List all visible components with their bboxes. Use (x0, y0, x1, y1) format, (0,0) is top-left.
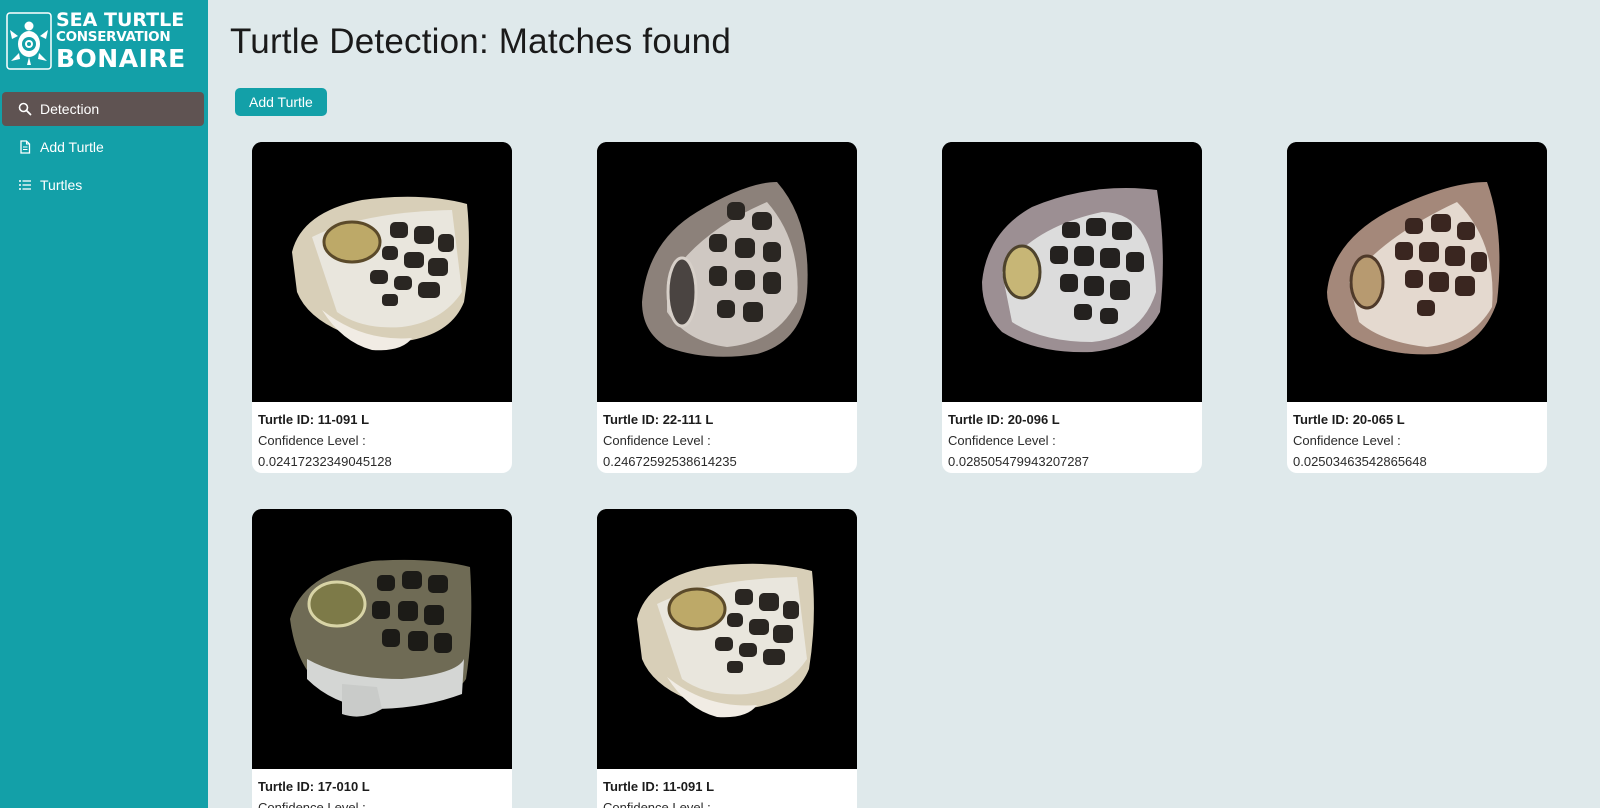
turtle-id: Turtle ID: 11-091 L (603, 779, 715, 794)
sidebar-item-label: Turtles (40, 177, 83, 193)
turtle-image (942, 142, 1202, 402)
turtle-image (597, 509, 857, 769)
logo-line-1: Sea Turtle (56, 9, 185, 32)
list-icon (18, 178, 32, 192)
sidebar: Sea Turtle Conservation Bonaire Detectio… (0, 0, 208, 808)
match-card[interactable]: Turtle ID: 17-010 L Confidence Level : (252, 509, 512, 808)
turtle-head-image (597, 142, 857, 402)
turtle-id: Turtle ID: 20-065 L (1293, 412, 1405, 427)
card-body: Turtle ID: 20-096 L Confidence Level : 0… (942, 402, 1202, 472)
match-card[interactable]: Turtle ID: 22-111 L Confidence Level : 0… (597, 142, 857, 473)
turtle-id: Turtle ID: 22-111 L (603, 412, 714, 427)
confidence-label: Confidence Level : (1293, 433, 1401, 448)
turtle-image (597, 142, 857, 402)
confidence-value: 0.02503463542865648 (1293, 454, 1427, 469)
card-body: Turtle ID: 11-091 L Confidence Level : 0… (252, 402, 512, 472)
confidence-label: Confidence Level : (258, 433, 366, 448)
main-content: Turtle Detection: Matches found Add Turt… (208, 0, 1600, 808)
turtle-head-image (252, 509, 512, 769)
card-body: Turtle ID: 11-091 L Confidence Level : (597, 769, 857, 808)
turtle-head-image (597, 509, 857, 769)
confidence-value: 0.02417232349045128 (258, 454, 392, 469)
logo-line-2: Conservation (56, 29, 171, 46)
turtle-image (252, 509, 512, 769)
match-card[interactable]: Turtle ID: 11-091 L Confidence Level : 0… (252, 142, 512, 473)
document-icon (18, 140, 32, 154)
match-card[interactable]: Turtle ID: 20-065 L Confidence Level : 0… (1287, 142, 1547, 473)
turtle-image (252, 142, 512, 402)
page-title: Turtle Detection: Matches found (230, 22, 731, 61)
confidence-label: Confidence Level : (258, 800, 366, 808)
turtle-id: Turtle ID: 11-091 L (258, 412, 370, 427)
turtle-id: Turtle ID: 17-010 L (258, 779, 370, 794)
confidence-label: Confidence Level : (603, 433, 711, 448)
search-icon (18, 102, 32, 116)
card-body: Turtle ID: 20-065 L Confidence Level : 0… (1287, 402, 1547, 472)
turtle-id: Turtle ID: 20-096 L (948, 412, 1060, 427)
logo-text: Sea Turtle Conservation Bonaire (56, 11, 186, 71)
card-body: Turtle ID: 22-111 L Confidence Level : 0… (597, 402, 857, 472)
turtle-logo-icon (6, 12, 52, 70)
sidebar-item-label: Detection (40, 101, 100, 117)
card-body: Turtle ID: 17-010 L Confidence Level : (252, 769, 512, 808)
confidence-label: Confidence Level : (603, 800, 711, 808)
sidebar-item-label: Add Turtle (40, 139, 104, 155)
sidebar-nav: Detection Add Turtle Turtles (0, 92, 208, 206)
turtle-head-image (1287, 142, 1547, 402)
turtle-head-image (942, 142, 1202, 402)
confidence-label: Confidence Level : (948, 433, 1056, 448)
sidebar-item-turtles[interactable]: Turtles (2, 168, 204, 202)
logo-line-3: Bonaire (56, 43, 186, 73)
sidebar-item-detection[interactable]: Detection (2, 92, 204, 126)
confidence-value: 0.028505479943207287 (948, 454, 1089, 469)
match-card[interactable]: Turtle ID: 11-091 L Confidence Level : (597, 509, 857, 808)
add-turtle-button[interactable]: Add Turtle (235, 88, 327, 116)
turtle-head-image (252, 142, 512, 402)
turtle-image (1287, 142, 1547, 402)
match-card[interactable]: Turtle ID: 20-096 L Confidence Level : 0… (942, 142, 1202, 473)
confidence-value: 0.24672592538614235 (603, 454, 737, 469)
logo[interactable]: Sea Turtle Conservation Bonaire (6, 10, 196, 72)
sidebar-item-add-turtle[interactable]: Add Turtle (2, 130, 204, 164)
